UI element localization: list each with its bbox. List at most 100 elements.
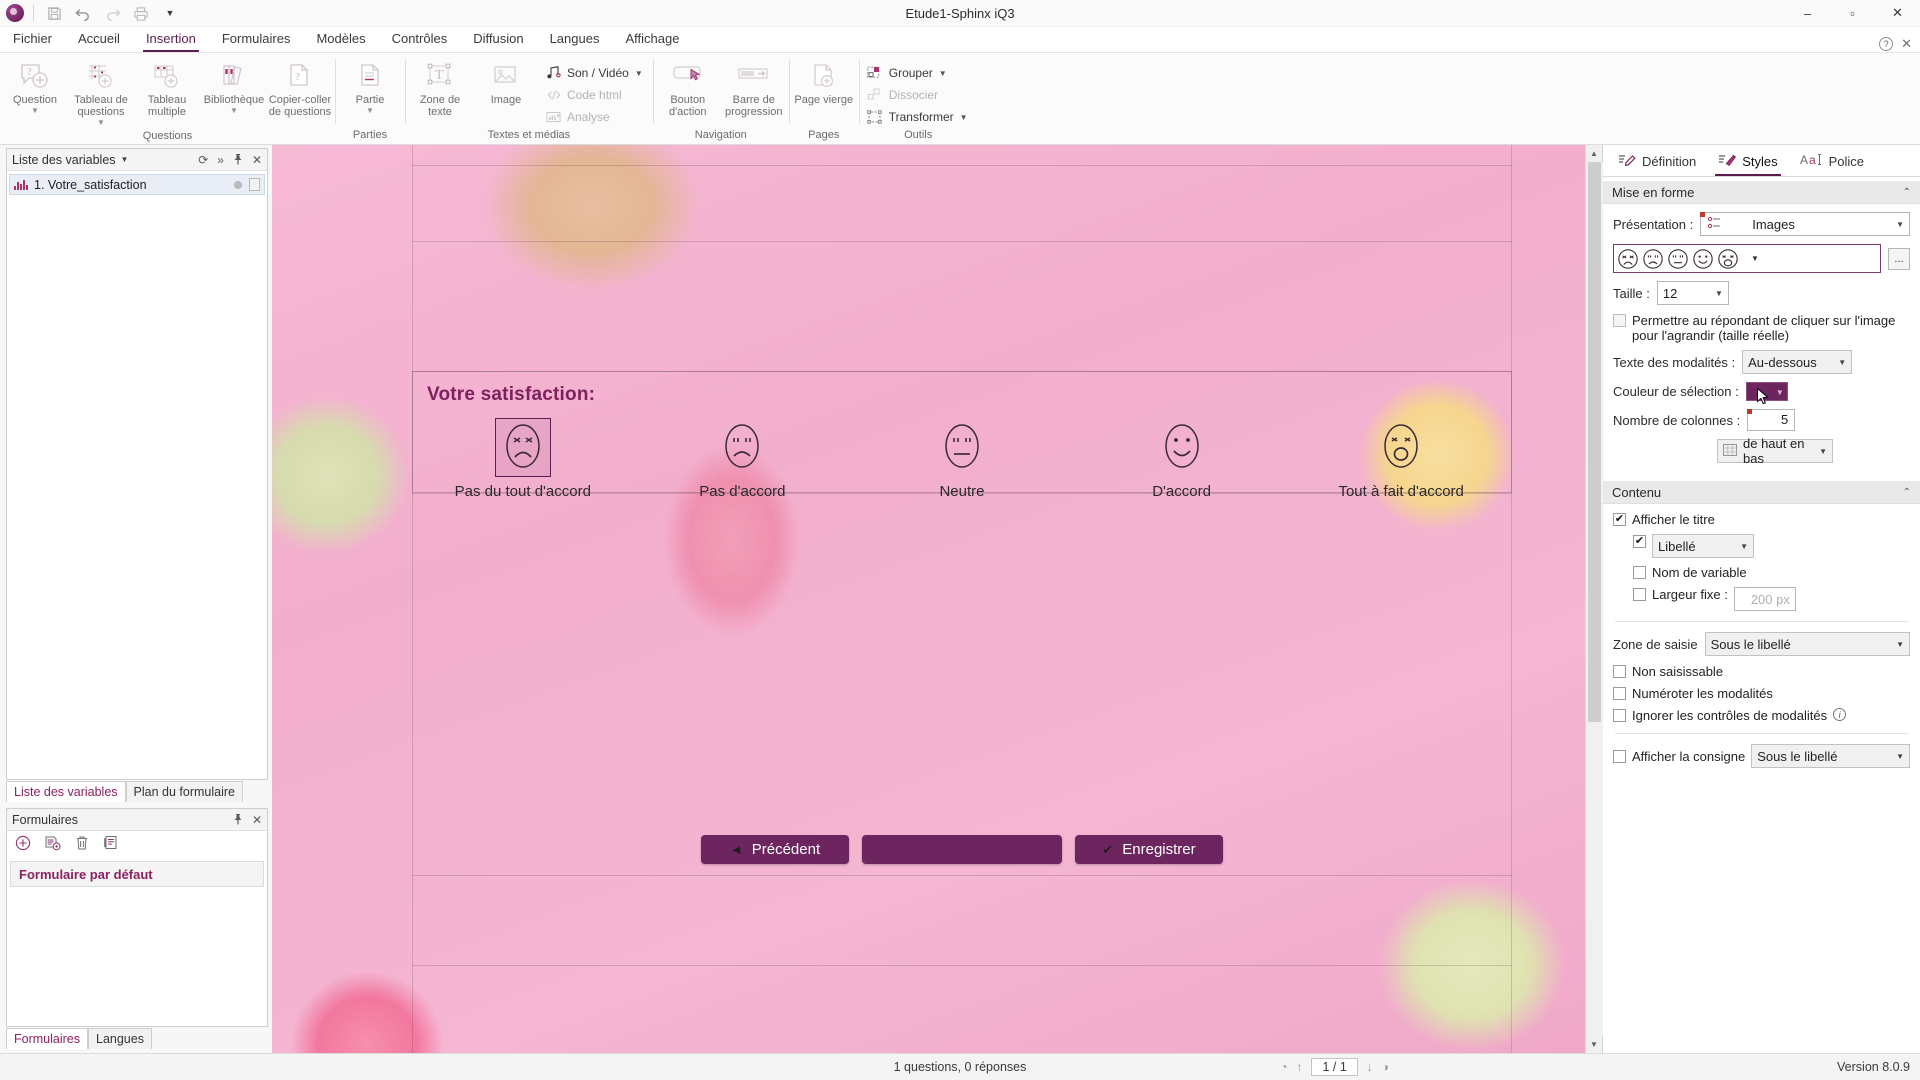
chevron-down-icon[interactable]: ▼: [1776, 388, 1784, 397]
scroll-thumb[interactable]: [1587, 162, 1601, 722]
modality-option-2[interactable]: Pas d'accord: [633, 418, 853, 500]
ribbon-button-copier-coller-questions[interactable]: ? Copier-coller de questions: [267, 58, 333, 121]
smiley-more-button[interactable]: ...: [1888, 247, 1910, 270]
ribbon-button-page-vierge[interactable]: Page vierge: [791, 58, 857, 109]
menu-tab-affichage[interactable]: Affichage: [612, 28, 692, 52]
modality-option-5[interactable]: Tout à fait d'accord: [1291, 418, 1511, 500]
zoom-image-checkbox-row[interactable]: Permettre au répondant de cliquer sur l'…: [1613, 313, 1910, 343]
menu-tab-langues[interactable]: Langues: [537, 28, 613, 52]
ribbon-button-zone-de-texte[interactable]: T Zone de texte: [407, 58, 473, 121]
modality-option-1[interactable]: Pas du tout d'accord: [413, 418, 633, 500]
non-saisissable-row[interactable]: Non saisissable: [1613, 664, 1910, 679]
pin-icon[interactable]: [233, 813, 243, 827]
chevron-down-icon[interactable]: ▼: [1888, 752, 1904, 761]
expand-icon[interactable]: »: [217, 154, 224, 166]
list-item[interactable]: 1. Votre_satisfaction: [9, 174, 265, 195]
non-saisissable-checkbox[interactable]: [1613, 665, 1626, 678]
chevron-down-icon[interactable]: ▼: [1746, 254, 1764, 263]
quick-access-more-icon[interactable]: ▼: [159, 2, 181, 24]
chevron-down-icon[interactable]: ▼: [939, 69, 947, 78]
maximize-button[interactable]: ▫: [1830, 0, 1875, 27]
ribbon-button-tableau-multiple[interactable]: Tableau multiple: [134, 58, 200, 121]
menu-tab-controles[interactable]: Contrôles: [379, 28, 461, 52]
chevron-down-icon[interactable]: ▼: [230, 106, 238, 115]
info-icon[interactable]: i: [1833, 708, 1847, 721]
ribbon-button-analyse[interactable]: Analyse: [541, 106, 647, 128]
question-block[interactable]: Votre satisfaction: Pas du tout d'accord: [412, 371, 1512, 500]
redo-icon[interactable]: [101, 2, 123, 24]
print-icon[interactable]: [130, 2, 152, 24]
ribbon-button-barre-progression[interactable]: Barre de progression: [721, 58, 787, 121]
texte-modalites-select[interactable]: Au-dessous ▼: [1742, 350, 1853, 374]
variable-preview-icon[interactable]: [249, 178, 260, 191]
presentation-select[interactable]: Images ▼: [1700, 212, 1910, 236]
refresh-icon[interactable]: ⟳: [198, 154, 208, 166]
ordre-select[interactable]: de haut en bas ▼: [1717, 436, 1833, 466]
chevron-down-icon[interactable]: ▼: [1888, 220, 1904, 229]
modality-option-4[interactable]: D'accord: [1072, 418, 1292, 500]
help-icon[interactable]: ?: [1879, 37, 1894, 51]
ribbon-button-code-html[interactable]: Code html: [541, 84, 647, 106]
chevron-down-icon[interactable]: ▼: [31, 106, 39, 115]
ribbon-button-tableau-questions[interactable]: Tableau de questions ▼: [68, 58, 134, 130]
libelle-select[interactable]: Libellé ▼: [1652, 534, 1754, 558]
afficher-titre-row[interactable]: Afficher le titre: [1613, 512, 1910, 527]
section-header-contenu[interactable]: Contenu ⌃: [1603, 481, 1920, 504]
ribbon-button-transformer[interactable]: Transformer ▼: [863, 106, 972, 128]
middle-button[interactable]: [862, 835, 1062, 864]
menu-tab-insertion[interactable]: Insertion: [133, 28, 209, 52]
afficher-titre-checkbox[interactable]: [1613, 513, 1626, 526]
ribbon-collapse-icon[interactable]: ✕: [1901, 36, 1912, 52]
numeroter-checkbox[interactable]: [1613, 687, 1626, 700]
menu-tab-accueil[interactable]: Accueil: [65, 28, 133, 52]
ribbon-button-partie[interactable]: Partie ▼: [337, 58, 403, 118]
close-icon[interactable]: ✕: [252, 814, 262, 826]
chevron-up-icon[interactable]: ⌃: [1903, 487, 1911, 498]
list-item[interactable]: Formulaire par défaut: [10, 861, 264, 887]
zoom-image-checkbox[interactable]: [1613, 314, 1626, 327]
taille-select[interactable]: 12 ▼: [1656, 281, 1729, 305]
ribbon-button-image[interactable]: Image: [473, 58, 539, 109]
largeur-fixe-row[interactable]: Largeur fixe : 200 px: [1633, 587, 1910, 611]
menu-tab-modeles[interactable]: Modèles: [303, 28, 378, 52]
chevron-down-icon[interactable]: ▼: [960, 113, 968, 122]
afficher-consigne-select[interactable]: Sous le libellé ▼: [1751, 744, 1910, 768]
nombre-colonnes-input[interactable]: 5: [1747, 409, 1796, 431]
scroll-track[interactable]: [1585, 162, 1603, 1036]
afficher-consigne-checkbox[interactable]: [1613, 750, 1626, 763]
tab-police[interactable]: Aa Police: [1791, 148, 1873, 176]
properties-form-icon[interactable]: [102, 835, 119, 853]
undo-icon[interactable]: [72, 2, 94, 24]
menu-tab-formulaires[interactable]: Formulaires: [209, 28, 304, 52]
chevron-down-icon[interactable]: ▼: [1732, 542, 1748, 551]
chevron-down-icon[interactable]: ▼: [97, 118, 105, 127]
minimize-button[interactable]: –: [1785, 0, 1830, 27]
ribbon-button-son-video[interactable]: Son / Vidéo ▼: [541, 62, 647, 84]
form-canvas[interactable]: Votre satisfaction: Pas du tout d'accord: [272, 145, 1602, 1053]
chevron-down-icon[interactable]: ▼: [1888, 640, 1904, 649]
scroll-down-arrow[interactable]: ▼: [1586, 1036, 1603, 1053]
tab-plan-du-formulaire[interactable]: Plan du formulaire: [125, 781, 243, 802]
ribbon-button-dissocier[interactable]: Dissocier: [863, 84, 972, 106]
zone-saisie-select[interactable]: Sous le libellé ▼: [1704, 632, 1910, 656]
scroll-up-arrow[interactable]: ▲: [1586, 145, 1603, 162]
tab-liste-des-variables[interactable]: Liste des variables: [6, 781, 126, 802]
add-form-icon[interactable]: [15, 835, 31, 854]
previous-button[interactable]: ◄ Précédent: [701, 835, 849, 864]
libelle-row[interactable]: Libellé ▼: [1633, 534, 1910, 558]
chevron-down-icon[interactable]: ▼: [121, 155, 129, 164]
chevron-up-icon[interactable]: ⌃: [1903, 187, 1911, 198]
libelle-checkbox[interactable]: [1633, 535, 1646, 548]
close-button[interactable]: ✕: [1875, 0, 1920, 27]
menu-tab-diffusion[interactable]: Diffusion: [460, 28, 536, 52]
ignorer-controles-checkbox[interactable]: [1613, 709, 1626, 722]
modality-option-3[interactable]: Neutre: [852, 418, 1072, 500]
ignorer-controles-row[interactable]: Ignorer les contrôles de modalités i: [1613, 708, 1910, 723]
numeroter-row[interactable]: Numéroter les modalités: [1613, 686, 1910, 701]
pin-icon[interactable]: [233, 153, 243, 167]
tab-langues[interactable]: Langues: [88, 1028, 152, 1049]
tab-definition[interactable]: Définition: [1609, 148, 1705, 176]
chevron-down-icon[interactable]: ▼: [1811, 447, 1827, 456]
nom-variable-row[interactable]: Nom de variable: [1633, 565, 1910, 580]
tab-formulaires[interactable]: Formulaires: [6, 1028, 88, 1049]
